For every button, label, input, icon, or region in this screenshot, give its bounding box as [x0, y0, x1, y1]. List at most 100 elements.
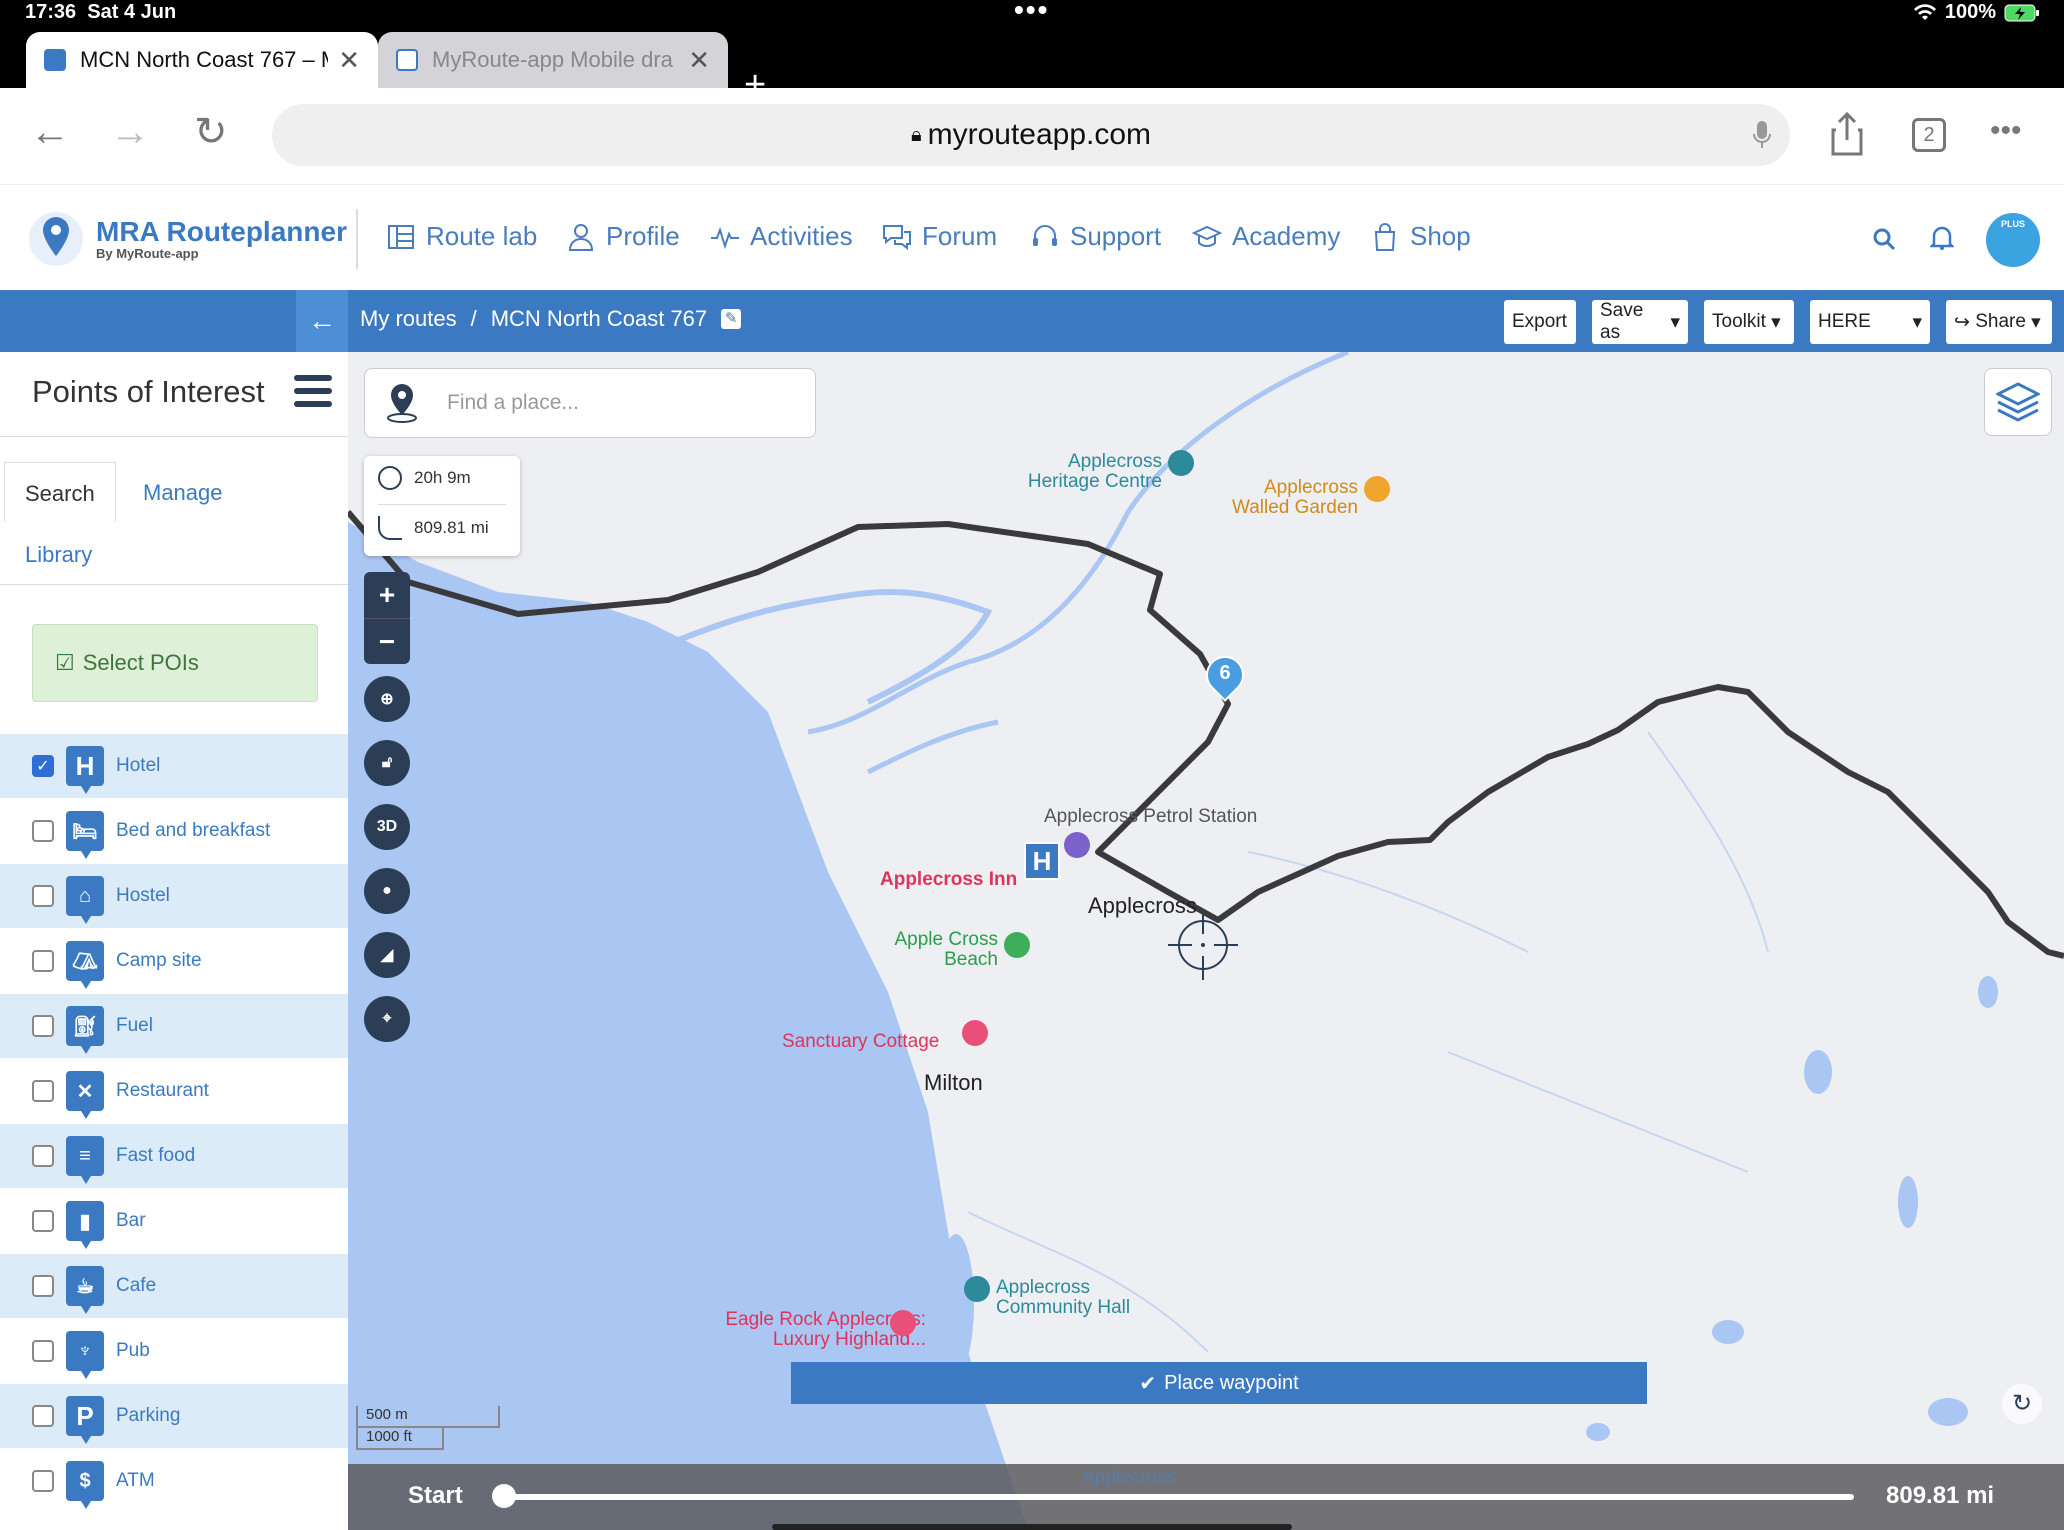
- locate-me-icon[interactable]: ⌖: [364, 996, 410, 1042]
- fuel-marker-icon[interactable]: [1064, 832, 1090, 858]
- browser-tab-active[interactable]: MCN North Coast 767 – M ✕: [26, 32, 378, 88]
- poi-row-fuel[interactable]: ⛽︎ Fuel: [0, 994, 348, 1058]
- wifi-icon: [1913, 3, 1936, 20]
- unlock-icon[interactable]: 🔓︎: [364, 740, 410, 786]
- toolkit-button[interactable]: Toolkit ▾: [1704, 300, 1794, 344]
- poi-row-bed-and-breakfast[interactable]: 🛏︎ Bed and breakfast: [0, 799, 348, 863]
- find-place-input[interactable]: Find a place...: [364, 368, 816, 438]
- poi-checkbox[interactable]: [32, 885, 54, 907]
- place-waypoint-button[interactable]: ✔ Place waypoint: [791, 1362, 1647, 1404]
- mra-logo[interactable]: MRA Routeplanner By MyRoute-app: [24, 209, 347, 269]
- layers-button[interactable]: [1984, 368, 2052, 436]
- route-distance: 809.81 mi: [414, 518, 489, 537]
- poi-row-restaurant[interactable]: ✕ Restaurant: [0, 1059, 348, 1123]
- poi-row-fast-food[interactable]: ≡ Fast food: [0, 1124, 348, 1188]
- search-icon[interactable]: [1872, 227, 1896, 251]
- poi-label: Camp site: [116, 950, 202, 971]
- share-button[interactable]: ↪ Share ▾: [1946, 300, 2052, 344]
- logo-subtitle: By MyRoute-app: [96, 245, 199, 261]
- poi-checkbox[interactable]: [32, 1015, 54, 1037]
- poi-row-cafe[interactable]: ☕︎ Cafe: [0, 1254, 348, 1318]
- beach-label[interactable]: Apple Cross Beach: [848, 930, 999, 970]
- walled-garden-label[interactable]: Applecross Walled Garden: [1118, 478, 1358, 518]
- tab-count-button[interactable]: 2: [1912, 118, 1946, 152]
- tab-manage[interactable]: Manage: [143, 480, 223, 506]
- zoom-out-button[interactable]: −: [364, 618, 410, 664]
- select-pois-button[interactable]: ☑ Select POIs: [32, 624, 318, 702]
- url-bar[interactable]: 🔒︎ myrouteapp.com: [272, 104, 1790, 166]
- save-as-button[interactable]: Save as ▾: [1592, 300, 1688, 344]
- poi-checkbox[interactable]: ✓: [32, 755, 54, 777]
- bed-marker-icon[interactable]: [962, 1020, 988, 1046]
- multitask-dots-icon[interactable]: •••: [1014, 0, 1049, 26]
- forward-arrow-icon[interactable]: →: [110, 112, 150, 152]
- beach-marker-icon[interactable]: [1004, 932, 1030, 958]
- restaurant-marker-icon[interactable]: [1364, 476, 1390, 502]
- three-d-button[interactable]: 3D: [364, 804, 410, 850]
- back-arrow-icon[interactable]: ←: [30, 112, 70, 152]
- breadcrumb-my-routes[interactable]: My routes: [360, 306, 457, 332]
- elevation-chart-icon[interactable]: ◢: [364, 932, 410, 978]
- tab-search[interactable]: Search: [4, 462, 116, 522]
- eagle-rock-label[interactable]: Eagle Rock Applecross: Luxury Highland..…: [666, 1310, 926, 1350]
- sanctuary-cottage-label[interactable]: Sanctuary Cottage: [782, 1032, 939, 1051]
- bed-marker-icon[interactable]: [890, 1310, 916, 1336]
- poi-checkbox[interactable]: [32, 1275, 54, 1297]
- close-tab-icon[interactable]: ✕: [338, 45, 360, 76]
- poi-checkbox[interactable]: [32, 1210, 54, 1232]
- poi-checkbox[interactable]: [32, 1405, 54, 1427]
- map-provider-select[interactable]: HERE ▾: [1810, 300, 1930, 344]
- poi-row-parking[interactable]: P Parking: [0, 1384, 348, 1448]
- street-view-person-icon[interactable]: ●: [364, 868, 410, 914]
- zoom-in-button[interactable]: +: [364, 572, 410, 618]
- poi-label: Fuel: [116, 1015, 153, 1036]
- nav-activities[interactable]: Activities: [710, 221, 853, 252]
- poi-row-hotel[interactable]: ✓ H Hotel: [0, 734, 348, 798]
- petrol-station-label[interactable]: Applecross Petrol Station: [1044, 807, 1257, 826]
- poi-checkbox[interactable]: [32, 820, 54, 842]
- poi-row-pub[interactable]: ♆ Pub: [0, 1319, 348, 1383]
- hotel-marker-icon[interactable]: H: [1024, 842, 1060, 880]
- nav-profile[interactable]: Profile: [566, 221, 680, 252]
- applecross-inn-label[interactable]: Applecross Inn: [880, 870, 1017, 889]
- share-icon[interactable]: [1830, 112, 1864, 156]
- bell-icon[interactable]: [1930, 225, 1954, 251]
- slider-track[interactable]: [504, 1494, 1854, 1500]
- browser-tab[interactable]: MyRoute-app Mobile dra ✕: [378, 32, 728, 88]
- more-icon[interactable]: •••: [1990, 114, 2022, 148]
- nav-forum[interactable]: Forum: [882, 221, 997, 252]
- poi-checkbox[interactable]: [32, 1470, 54, 1492]
- map-canvas[interactable]: Applecross Heritage Centre Applecross Wa…: [348, 352, 2064, 1530]
- collapse-sidebar-arrow-icon[interactable]: ←: [296, 290, 348, 352]
- tab-library[interactable]: Library: [25, 542, 92, 568]
- poi-row-hostel[interactable]: ⌂ Hostel: [0, 864, 348, 928]
- slider-thumb[interactable]: [492, 1484, 516, 1508]
- rotate-icon[interactable]: ↻: [2002, 1384, 2042, 1424]
- reload-icon[interactable]: ↻: [194, 112, 228, 152]
- poi-checkbox[interactable]: [32, 1145, 54, 1167]
- museum-marker-icon[interactable]: [1168, 450, 1194, 476]
- nav-shop[interactable]: Shop: [1370, 221, 1471, 252]
- close-tab-icon[interactable]: ✕: [688, 45, 710, 76]
- lochan: [1928, 1398, 1968, 1426]
- breadcrumb-route-name: MCN North Coast 767: [490, 306, 708, 331]
- community-hall-label[interactable]: Applecross Community Hall: [996, 1278, 1130, 1318]
- nav-support[interactable]: Support: [1030, 221, 1161, 252]
- add-location-icon[interactable]: ⊕: [364, 676, 410, 722]
- avatar[interactable]: PLUS: [1986, 213, 2040, 267]
- poi-checkbox[interactable]: [32, 950, 54, 972]
- poi-row-atm[interactable]: $ ATM: [0, 1449, 348, 1513]
- export-button[interactable]: Export: [1504, 300, 1576, 344]
- microphone-icon[interactable]: [1752, 120, 1772, 150]
- community-marker-icon[interactable]: [964, 1276, 990, 1302]
- check-square-icon: ☑: [55, 650, 75, 675]
- edit-icon[interactable]: ✎: [721, 309, 742, 329]
- poi-row-camp-site[interactable]: ⛺︎ Camp site: [0, 929, 348, 993]
- poi-row-bar[interactable]: ▮ Bar: [0, 1189, 348, 1253]
- poi-checkbox[interactable]: [32, 1080, 54, 1102]
- poi-checkbox[interactable]: [32, 1340, 54, 1362]
- poi-sidebar: Points of Interest Search Manage Library…: [0, 352, 348, 1530]
- nav-route-lab[interactable]: Route lab: [386, 221, 537, 252]
- hamburger-menu-icon[interactable]: [294, 372, 332, 410]
- nav-academy[interactable]: Academy: [1192, 221, 1340, 252]
